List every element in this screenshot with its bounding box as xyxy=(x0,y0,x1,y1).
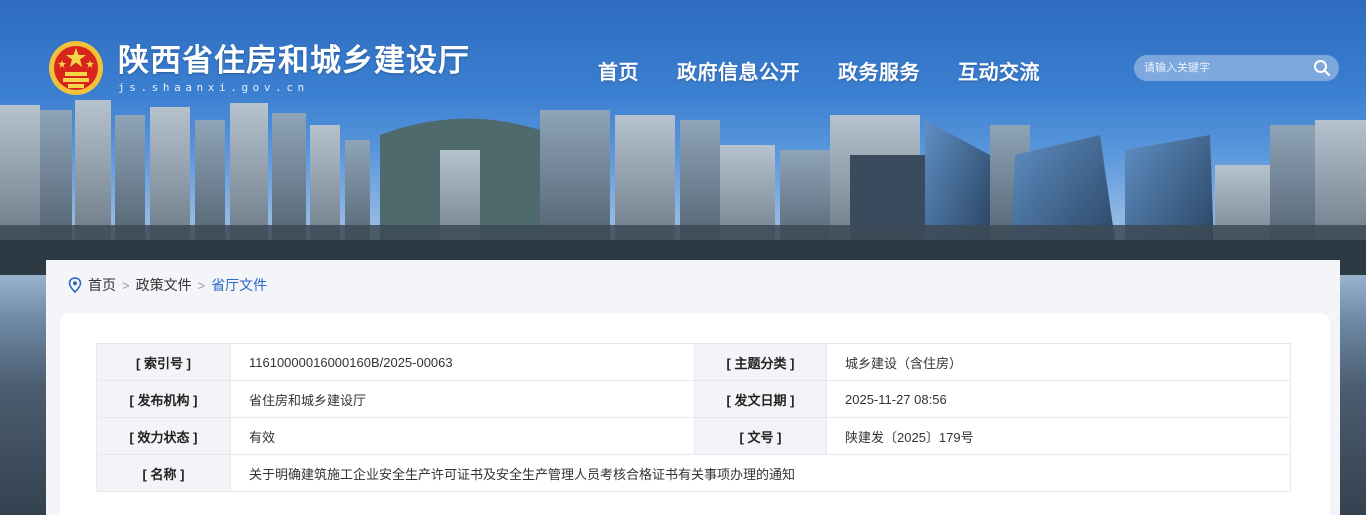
publisher-value: 省住房和城乡建设厅 xyxy=(230,380,695,418)
table-row: [ 发布机构 ] 省住房和城乡建设厅 [ 发文日期 ] 2025-11-27 0… xyxy=(96,380,1291,418)
breadcrumb: 首页 > 政策文件 > 省厅文件 xyxy=(68,275,267,295)
search-icon[interactable] xyxy=(1313,59,1331,77)
site-domain: js.shaanxi.gov.cn xyxy=(118,80,309,94)
breadcrumb-separator: > xyxy=(197,277,206,293)
location-pin-icon xyxy=(68,277,82,293)
index-value: 11610000016000160B/2025-00063 xyxy=(230,343,695,381)
category-value: 城乡建设（含住房） xyxy=(826,343,1291,381)
city-skyline-image xyxy=(0,100,1366,275)
status-label: [ 效力状态 ] xyxy=(96,417,231,455)
document-info-card: [ 索引号 ] 11610000016000160B/2025-00063 [ … xyxy=(60,313,1330,515)
index-label: [ 索引号 ] xyxy=(96,343,231,381)
search-box xyxy=(1134,55,1339,81)
nav-interaction[interactable]: 互动交流 xyxy=(958,56,1040,85)
header-bar: 陕西省住房和城乡建设厅 js.shaanxi.gov.cn 首页 政府信息公开 … xyxy=(0,0,1366,110)
date-value: 2025-11-27 08:56 xyxy=(826,380,1291,418)
name-label: [ 名称 ] xyxy=(96,454,231,492)
publisher-label: [ 发布机构 ] xyxy=(96,380,231,418)
date-label: [ 发文日期 ] xyxy=(694,380,827,418)
document-info-table: [ 索引号 ] 11610000016000160B/2025-00063 [ … xyxy=(96,343,1291,492)
nav-gov-services[interactable]: 政务服务 xyxy=(838,56,920,85)
nav-home[interactable]: 首页 xyxy=(598,56,639,85)
nav-gov-info-disclosure[interactable]: 政府信息公开 xyxy=(677,56,800,85)
category-label: [ 主题分类 ] xyxy=(694,343,827,381)
status-value: 有效 xyxy=(230,417,695,455)
doc-number-label: [ 文号 ] xyxy=(694,417,827,455)
breadcrumb-dept-docs[interactable]: 省厅文件 xyxy=(211,275,267,295)
breadcrumb-separator: > xyxy=(122,277,130,293)
name-value: 关于明确建筑施工企业安全生产许可证书及安全生产管理人员考核合格证书有关事项办理的… xyxy=(230,454,1291,492)
search-input[interactable] xyxy=(1144,62,1313,74)
main-nav: 首页 政府信息公开 政务服务 互动交流 xyxy=(598,56,1078,85)
site-logo[interactable]: 陕西省住房和城乡建设厅 js.shaanxi.gov.cn xyxy=(48,40,470,96)
breadcrumb-home[interactable]: 首页 xyxy=(88,275,116,295)
table-row: [ 效力状态 ] 有效 [ 文号 ] 陕建发〔2025〕179号 xyxy=(96,417,1291,455)
breadcrumb-policy-docs[interactable]: 政策文件 xyxy=(136,275,192,295)
site-title: 陕西省住房和城乡建设厅 xyxy=(118,42,470,79)
content-panel: 首页 > 政策文件 > 省厅文件 [ 索引号 ] 116100000160001… xyxy=(46,260,1340,515)
national-emblem-icon xyxy=(49,41,103,95)
table-row: [ 名称 ] 关于明确建筑施工企业安全生产许可证书及安全生产管理人员考核合格证书… xyxy=(96,454,1291,492)
table-row: [ 索引号 ] 11610000016000160B/2025-00063 [ … xyxy=(96,343,1291,381)
doc-number-value: 陕建发〔2025〕179号 xyxy=(826,417,1291,455)
